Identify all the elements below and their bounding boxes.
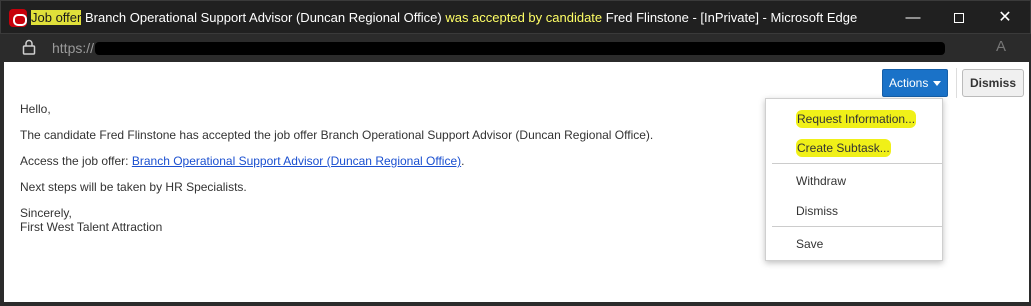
signoff: Sincerely, [20,206,72,220]
menu-item-dismiss[interactable]: Dismiss [796,204,838,218]
access-prefix: Access the job offer: [20,154,132,168]
title-highlight-accepted: was accepted by candidate [445,10,603,25]
maximize-button[interactable] [937,1,981,35]
actions-label: Actions [889,76,929,90]
job-offer-link[interactable]: Branch Operational Support Advisor (Dunc… [132,154,461,168]
access-suffix: . [461,154,465,168]
menu-item-save[interactable]: Save [796,237,823,251]
menu-separator [772,163,942,164]
window-title-bar: Job offer Branch Operational Support Adv… [0,0,1031,34]
greeting: Hello, [20,102,51,116]
page-content: Actions Dismiss Hello, The candidate Fre… [4,62,1029,302]
menu-item-request-information[interactable]: Request Information... [796,110,917,128]
email-line-acceptance: The candidate Fred Flinstone has accepte… [20,128,654,142]
email-line-access: Access the job offer: Branch Operational… [20,154,653,168]
email-line-next-steps: Next steps will be taken by HR Specialis… [20,180,247,194]
menu-item-create-subtask[interactable]: Create Subtask... [796,139,891,157]
actions-button[interactable]: Actions [882,69,948,97]
window-title: Job offer Branch Operational Support Adv… [31,10,857,25]
caret-down-icon [933,81,941,86]
oracle-app-icon [9,9,27,27]
menu-item-withdraw[interactable]: Withdraw [796,174,846,188]
menu-separator [772,226,942,227]
title-highlight-job-offer: Job offer [31,10,82,25]
read-aloud-icon[interactable]: A [996,38,1006,55]
lock-icon [22,39,36,55]
title-text-candidate: Fred Flinstone - [InPrivate] - Microsoft… [602,10,858,25]
signature-block: Sincerely, First West Talent Attraction [20,206,653,234]
url-text[interactable]: https:// [52,40,94,56]
close-window-button[interactable]: ✕ [983,1,1027,35]
url-redaction [95,42,945,55]
actions-menu: Request Information... Create Subtask...… [765,98,943,261]
address-bar[interactable]: https:// A [0,34,1031,62]
title-text-position: Branch Operational Support Advisor (Dunc… [81,10,446,25]
email-body: Hello, The candidate Fred Flinstone has … [20,102,653,234]
minimize-button[interactable]: — [891,1,935,35]
dismiss-button[interactable]: Dismiss [962,69,1024,97]
toolbar-divider [956,68,957,98]
maximize-icon [954,13,964,24]
signature: First West Talent Attraction [20,220,163,234]
